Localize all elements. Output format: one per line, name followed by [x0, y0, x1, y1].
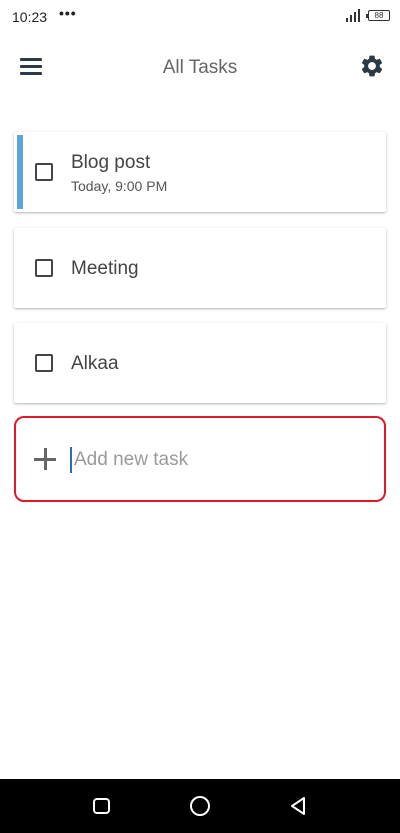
page-title: All Tasks — [162, 57, 238, 78]
notification-dots-icon: ••• — [59, 5, 77, 21]
task-card[interactable]: Alkaa — [14, 323, 386, 403]
square-icon[interactable] — [93, 798, 110, 814]
app-bar: All Tasks — [0, 40, 400, 96]
circle-icon[interactable] — [190, 796, 210, 816]
task-checkbox[interactable] — [35, 163, 53, 181]
task-title: Alkaa — [71, 353, 119, 374]
task-checkbox[interactable] — [35, 259, 53, 277]
signal-icon — [346, 9, 364, 22]
task-card[interactable]: Meeting — [14, 228, 386, 308]
task-card[interactable]: Blog post Today, 9:00 PM — [14, 132, 386, 212]
status-indicators: 88 — [346, 9, 390, 22]
status-bar: 10:23 ••• 88 — [0, 0, 400, 34]
task-checkbox[interactable] — [35, 354, 53, 372]
add-task-card[interactable] — [14, 416, 386, 502]
add-task-input[interactable] — [70, 447, 370, 473]
task-title: Blog post — [71, 152, 151, 173]
status-time: 10:23 — [12, 9, 48, 25]
task-category-accent — [17, 135, 23, 209]
gear-icon[interactable] — [359, 53, 385, 79]
system-nav-bar — [0, 779, 400, 833]
plus-icon[interactable] — [34, 448, 56, 470]
triangle-back-icon[interactable] — [288, 796, 308, 816]
task-title: Meeting — [71, 258, 139, 279]
task-due-date: Today, 9:00 PM — [71, 178, 168, 194]
battery-icon: 88 — [366, 10, 390, 21]
